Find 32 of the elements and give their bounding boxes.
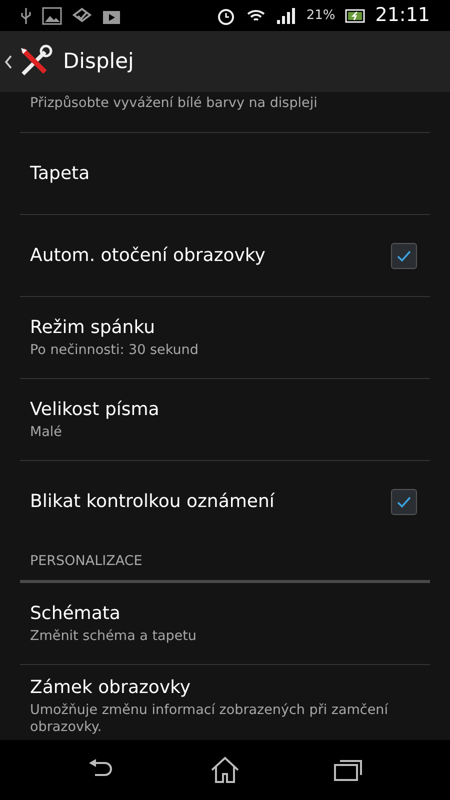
usb-icon xyxy=(20,6,32,24)
recent-apps-icon[interactable] xyxy=(333,758,364,782)
setting-title: Blikat kontrolkou oznámení xyxy=(30,490,274,514)
image-icon xyxy=(42,6,62,24)
back-caret-icon xyxy=(4,54,13,70)
screen-title: Displej xyxy=(63,48,134,75)
clock-time: 21:11 xyxy=(375,3,430,28)
settings-item[interactable]: Tapeta xyxy=(0,133,450,214)
checkbox[interactable] xyxy=(391,242,417,268)
battery-charging-icon xyxy=(345,8,366,22)
setting-title: Režim spánku xyxy=(30,316,156,340)
battery-percent: 21% xyxy=(306,6,336,25)
checkbox[interactable] xyxy=(391,488,417,514)
setting-title: Velikost písma xyxy=(30,398,160,422)
setting-description: Změnit schéma a tapetu xyxy=(30,628,196,645)
setting-description: Přizpůsobte vyvážení bílé barvy na displeji xyxy=(30,94,318,112)
settings-item[interactable]: Autom. otočení obrazovky xyxy=(0,215,450,296)
settings-item[interactable]: Zámek obrazovky Umožňuje změnu informací zobrazených při zamčení obrazovky. xyxy=(0,665,450,740)
setting-title: Tapeta xyxy=(30,162,90,186)
setting-title: Zámek obrazovky xyxy=(30,676,192,700)
home-icon[interactable] xyxy=(210,756,240,784)
settings-item[interactable]: Velikost písma Malé xyxy=(0,379,450,460)
settings-item[interactable]: Schémata Změnit schéma a tapetu xyxy=(0,583,450,664)
settings-item[interactable]: Blikat kontrolkou oznámení xyxy=(0,461,450,542)
setting-title: Autom. otočení obrazovky xyxy=(30,244,266,268)
signal-icon xyxy=(276,6,296,24)
setting-description: Malé xyxy=(30,424,63,441)
settings-item[interactable]: Režim spánku Po nečinnosti: 30 sekund xyxy=(0,297,450,378)
setting-description: Umožňuje změnu informací zobrazených při zamčení obrazovky. xyxy=(30,702,390,736)
section-header: PERSONALIZACE xyxy=(30,552,142,571)
setting-title: Schémata xyxy=(30,602,122,626)
setting-description: Po nečinnosti: 30 sekund xyxy=(30,342,198,359)
